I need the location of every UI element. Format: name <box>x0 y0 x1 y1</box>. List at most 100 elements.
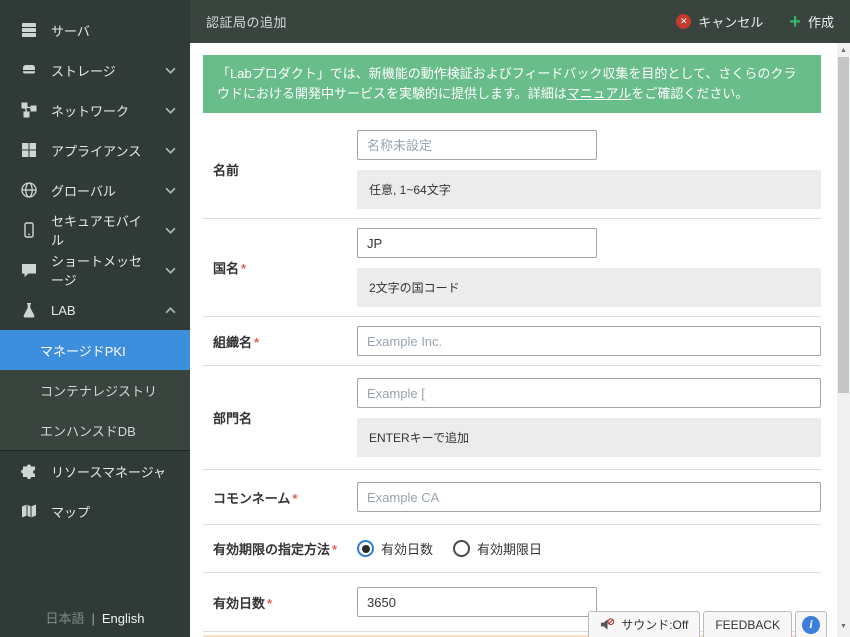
scrollbar-thumb[interactable] <box>838 57 849 393</box>
submenu-item-managed-pki[interactable]: マネージドPKI <box>0 330 190 370</box>
sidebar-item-short-message[interactable]: ショートメッセージ <box>0 250 190 290</box>
ca-form: 名前 任意, 1~64文字 国名* 2文字の国コード <box>203 121 821 633</box>
submenu-item-container-registry[interactable]: コンテナレジストリ <box>0 370 190 410</box>
language-switcher: 日本語 | English <box>0 608 190 627</box>
submenu-item-label: コンテナレジストリ <box>40 383 158 399</box>
common-name-input[interactable] <box>357 482 821 513</box>
lab-submenu: マネージドPKI コンテナレジストリ エンハンスドDB <box>0 330 190 451</box>
valid-days-label: 有効日数 * <box>213 595 273 611</box>
country-input[interactable] <box>357 228 597 259</box>
radio-expiry-date[interactable]: 有効期限日 <box>453 539 542 558</box>
cancel-button-label: キャンセル <box>698 15 764 30</box>
organization-input[interactable] <box>357 326 821 357</box>
required-mark: * <box>292 490 298 506</box>
sidebar-item-label: グローバル <box>51 183 116 199</box>
required-mark: * <box>241 261 247 277</box>
floating-footer-buttons: サウンド:Off FEEDBACK i <box>588 611 827 637</box>
form-row-organization: 組織名 * <box>203 317 821 367</box>
sidebar-item-label: マップ <box>51 504 91 520</box>
sound-toggle-button[interactable]: サウンド:Off <box>588 611 701 637</box>
name-input[interactable] <box>357 130 597 161</box>
main-content: 「Labプロダクト」では、新機能の動作検証およびフィードバック収集を目的として、… <box>190 43 837 637</box>
cancel-button[interactable]: ✕ キャンセル <box>676 12 763 31</box>
radio-label: 有効期限日 <box>477 542 543 558</box>
form-row-common-name: コモンネーム * <box>203 470 821 526</box>
sidebar-item-global[interactable]: グローバル <box>0 170 190 210</box>
manual-link[interactable]: マニュアル <box>567 86 632 101</box>
scroll-down-icon[interactable]: ▼ <box>837 620 850 633</box>
sidebar-item-label: アプライアンス <box>51 143 142 159</box>
sidebar-item-appliance[interactable]: アプライアンス <box>0 130 190 170</box>
app-window: サーバ ストレージ ネットワーク アプライアンス グローバル セキュアモバイル … <box>0 0 850 637</box>
topbar: 認証局の追加 ✕ キャンセル + 作成 <box>190 0 850 43</box>
sidebar-item-resource-manager[interactable]: リソースマネージャ <box>0 451 190 491</box>
banner-text: をご確認ください。 <box>631 86 749 102</box>
chevron-down-icon <box>165 225 176 236</box>
create-button-label: 作成 <box>807 15 834 30</box>
name-label: 名前 <box>213 163 240 179</box>
cancel-icon: ✕ <box>676 14 692 29</box>
sidebar-item-label: ストレージ <box>51 63 116 79</box>
department-hint: ENTERキーで追加 <box>357 418 821 458</box>
language-english[interactable]: English <box>102 611 145 626</box>
sidebar-item-map[interactable]: マップ <box>0 491 190 531</box>
scrollbar[interactable]: ▲ ▼ <box>837 43 850 637</box>
chevron-down-icon <box>165 105 176 116</box>
chevron-down-icon <box>165 145 176 156</box>
chevron-up-icon <box>165 305 176 316</box>
server-icon <box>20 21 38 39</box>
scroll-up-icon[interactable]: ▲ <box>837 44 850 57</box>
sidebar: サーバ ストレージ ネットワーク アプライアンス グローバル セキュアモバイル … <box>0 0 190 637</box>
sidebar-item-storage[interactable]: ストレージ <box>0 50 190 90</box>
expiry-method-label: 有効期限の指定方法 * <box>213 542 338 558</box>
appliance-icon <box>20 141 38 159</box>
speaker-mute-icon <box>600 617 615 632</box>
sidebar-item-label: サーバ <box>51 23 90 39</box>
department-label: 部門名 <box>213 411 253 427</box>
required-mark: * <box>332 542 338 558</box>
sidebar-item-lab[interactable]: LAB <box>0 290 190 330</box>
topbar-actions: ✕ キャンセル + 作成 <box>676 10 834 33</box>
map-icon <box>20 502 38 520</box>
country-hint: 2文字の国コード <box>357 268 821 308</box>
sidebar-item-label: LAB <box>51 302 76 318</box>
storage-icon <box>20 61 38 79</box>
form-row-name: 名前 任意, 1~64文字 <box>203 121 821 220</box>
organization-label: 組織名 * <box>213 334 260 350</box>
common-name-label: コモンネーム * <box>213 490 298 506</box>
create-icon: + <box>789 10 801 33</box>
form-row-expiry-method: 有効期限の指定方法 * 有効日数 有効期限日 <box>203 525 821 574</box>
sidebar-item-label: セキュアモバイル <box>51 214 142 248</box>
valid-days-input[interactable] <box>357 587 597 618</box>
department-input[interactable] <box>357 378 821 409</box>
globe-icon <box>20 181 38 199</box>
message-icon <box>20 261 38 279</box>
mobile-icon <box>20 221 38 239</box>
sidebar-item-secure-mobile[interactable]: セキュアモバイル <box>0 210 190 250</box>
form-row-department: 部門名 ENTERキーで追加 <box>203 366 821 471</box>
puzzle-icon <box>20 462 38 480</box>
info-icon: i <box>802 615 820 634</box>
sidebar-item-server[interactable]: サーバ <box>0 10 190 50</box>
page-title: 認証局の追加 <box>206 15 288 30</box>
chevron-down-icon <box>165 265 176 276</box>
sidebar-item-network[interactable]: ネットワーク <box>0 90 190 130</box>
form-row-country: 国名* 2文字の国コード <box>203 219 821 318</box>
help-button[interactable]: i <box>795 611 827 637</box>
sidebar-item-label: ネットワーク <box>51 103 130 119</box>
sidebar-item-label: ショートメッセージ <box>51 254 143 288</box>
sound-toggle-label: サウンド:Off <box>621 618 689 632</box>
feedback-button[interactable]: FEEDBACK <box>703 611 792 637</box>
radio-valid-days[interactable]: 有効日数 <box>357 539 433 558</box>
network-icon <box>20 101 38 119</box>
language-japanese[interactable]: 日本語 <box>45 611 84 626</box>
submenu-item-label: マネージドPKI <box>40 343 126 359</box>
feedback-label: FEEDBACK <box>715 617 780 632</box>
required-mark: * <box>254 334 260 350</box>
sidebar-item-label: リソースマネージャ <box>51 464 167 480</box>
radio-checked-icon <box>357 540 374 558</box>
submenu-item-enhanced-db[interactable]: エンハンスドDB <box>0 410 190 450</box>
radio-unchecked-icon <box>453 540 471 558</box>
language-divider: | <box>91 611 95 626</box>
create-button[interactable]: + 作成 <box>789 10 834 33</box>
